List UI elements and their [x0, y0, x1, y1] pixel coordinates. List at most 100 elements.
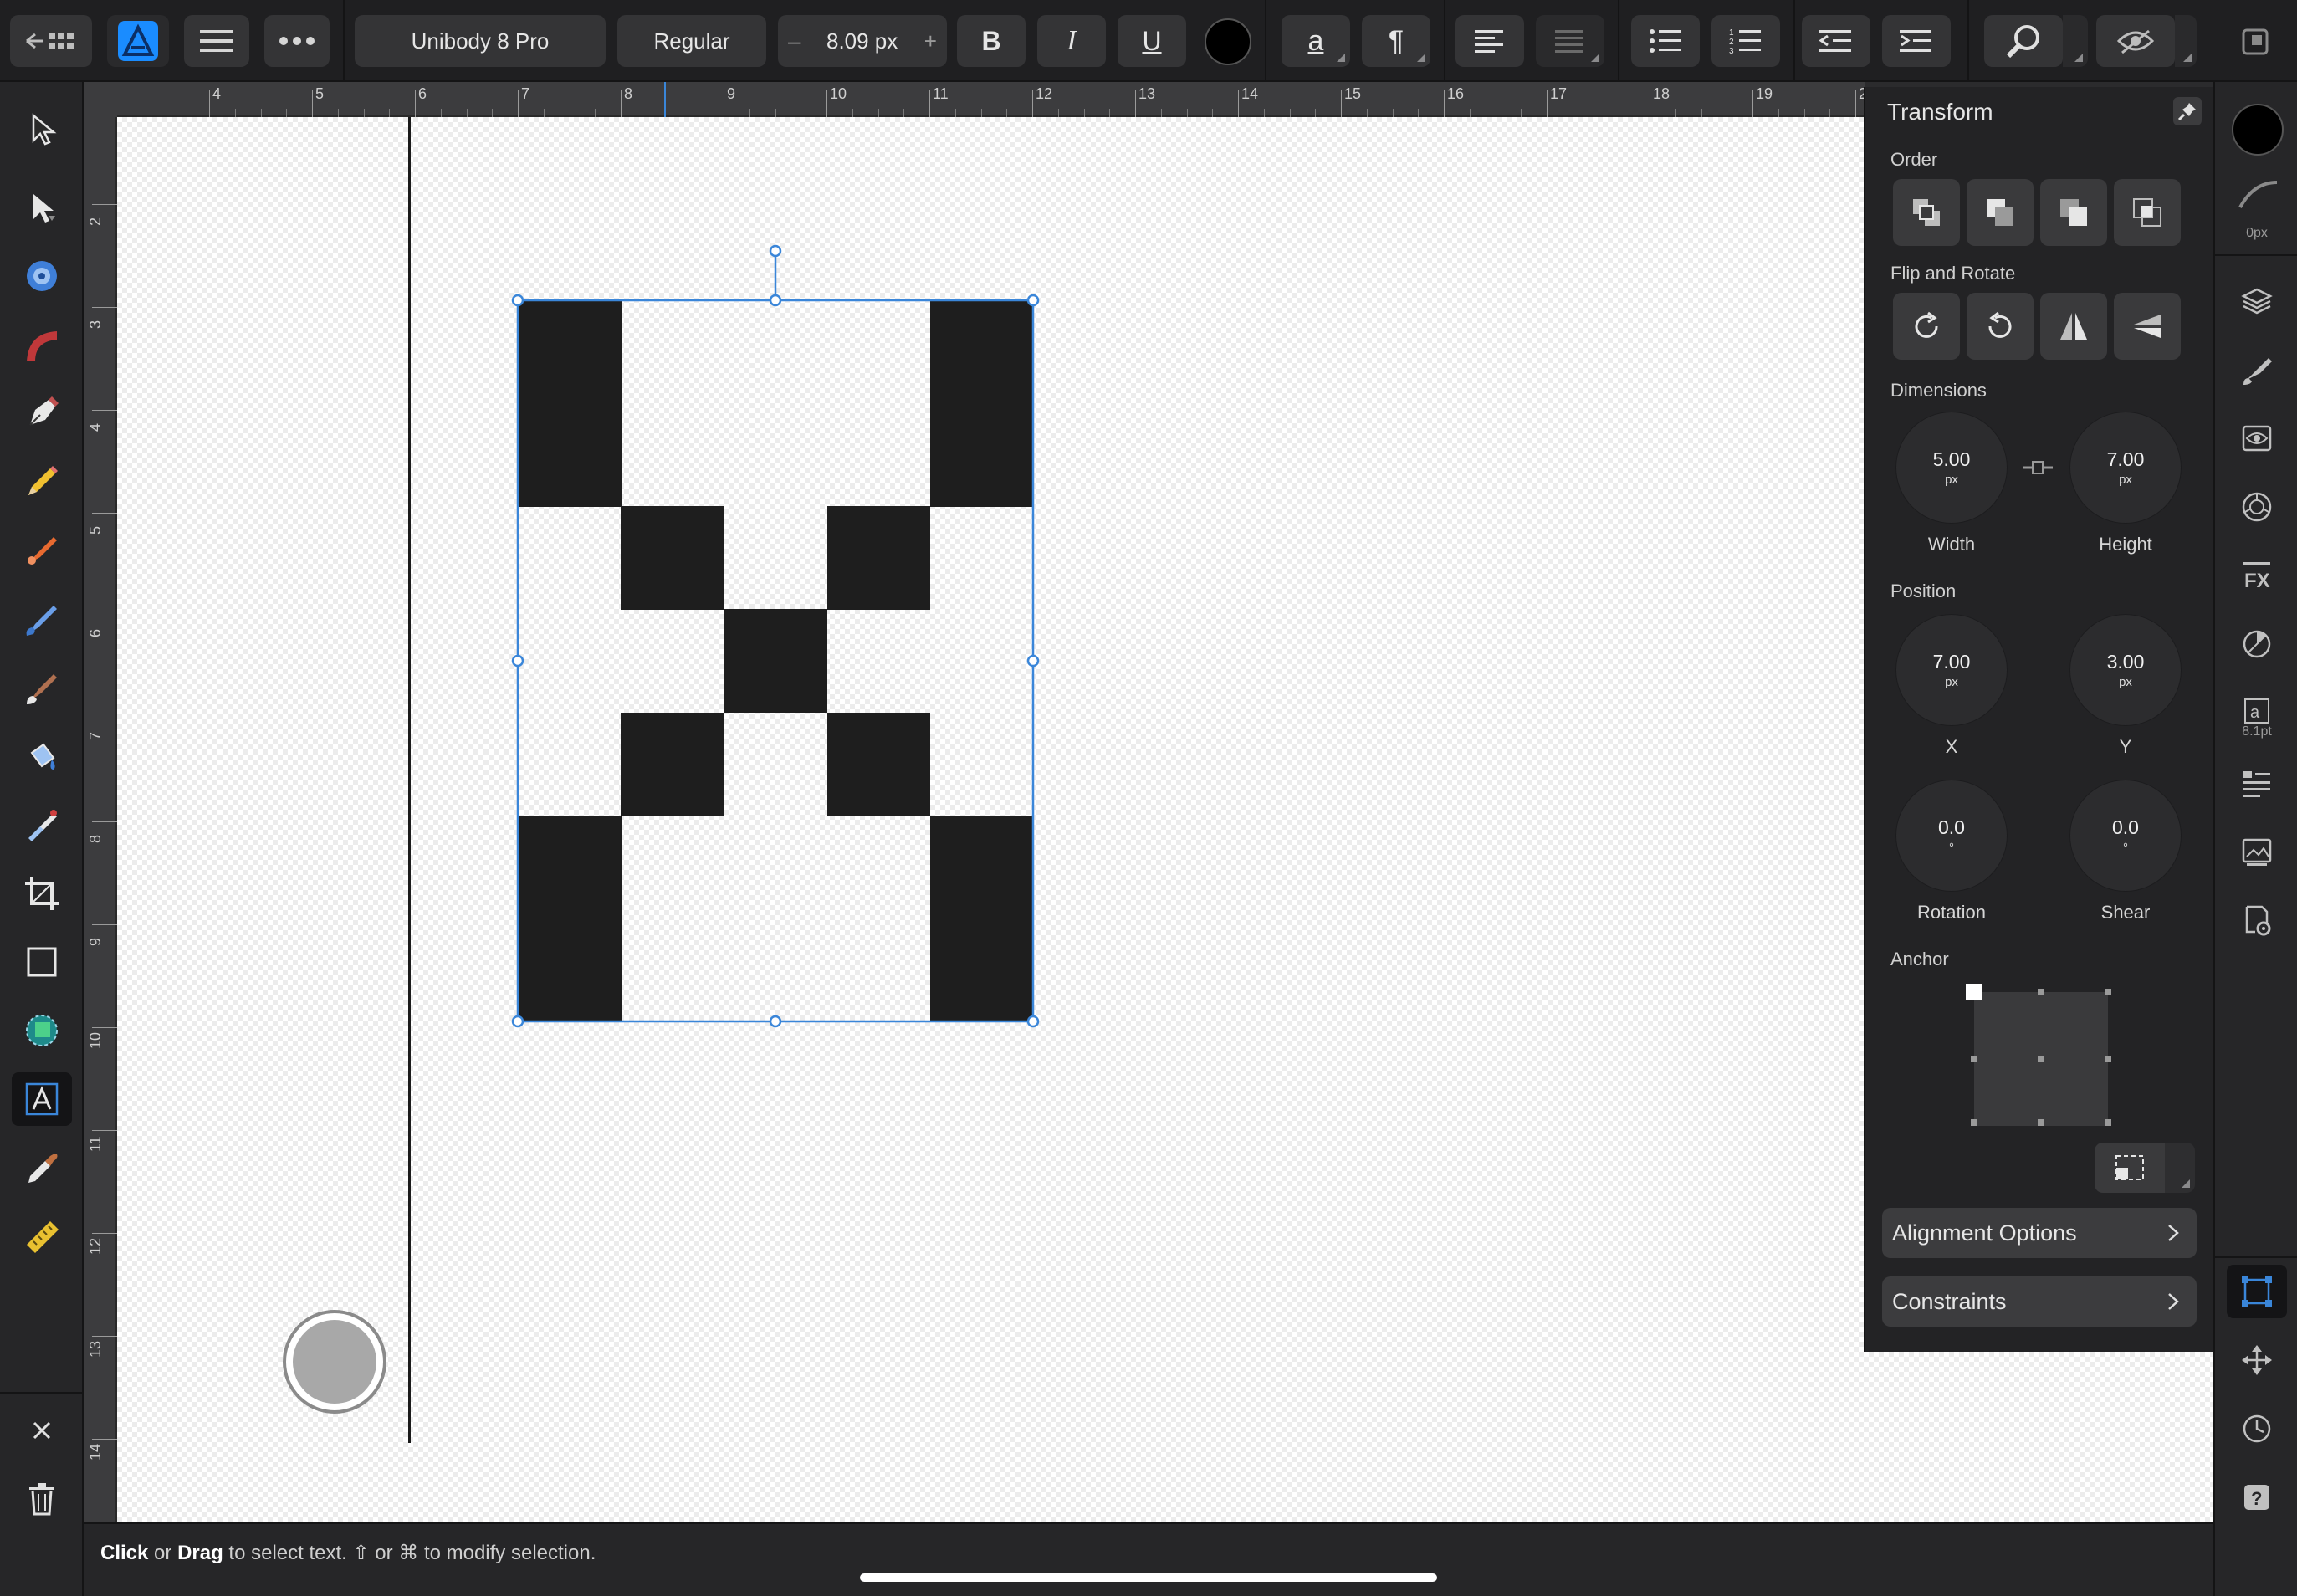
curve-tool-icon	[27, 331, 57, 361]
order-front-button[interactable]	[2114, 179, 2181, 246]
lock-aspect-button[interactable]	[2021, 457, 2054, 478]
brushes-studio-button[interactable]	[2227, 343, 2287, 396]
transparency-tool[interactable]	[12, 798, 72, 852]
y-dial[interactable]: 3.00 px	[2069, 614, 2182, 726]
zoom-button[interactable]	[1984, 15, 2063, 67]
font-size-stepper[interactable]: – 8.09 px +	[778, 15, 947, 67]
shape-builder-tool[interactable]	[12, 1004, 72, 1057]
font-size-value[interactable]: 8.09 px	[826, 28, 898, 54]
underline-button[interactable]: U	[1118, 15, 1186, 67]
effects-studio-button[interactable]: FX	[2227, 549, 2287, 602]
italic-button[interactable]: I	[1037, 15, 1106, 67]
rotation-dial[interactable]: 0.0 °	[1895, 780, 2008, 892]
history-studio-button[interactable]	[2227, 1402, 2287, 1455]
layers-studio-button[interactable]	[2227, 274, 2287, 328]
x-dial[interactable]: 7.00 px	[1895, 614, 2008, 726]
fill-color-swatch[interactable]	[2232, 104, 2284, 156]
transform-mode-button[interactable]	[2095, 1143, 2165, 1193]
more-button[interactable]	[264, 15, 330, 67]
rotate-counterclockwise-button[interactable]	[1967, 293, 2034, 360]
bold-button[interactable]: B	[957, 15, 1026, 67]
order-forward-button[interactable]	[2040, 179, 2107, 246]
paragraph-panel-button[interactable]: ¶	[1362, 15, 1430, 67]
corner-tool[interactable]	[12, 249, 72, 303]
shear-dial[interactable]: 0.0 °	[2069, 780, 2182, 892]
vertical-ruler[interactable]: 2 3 4 5 6 7 8 9 10 11 12 13 14	[84, 117, 117, 1522]
ruler-minor-tick	[1315, 109, 1317, 117]
flip-rotate-label: Flip and Rotate	[1890, 263, 2016, 284]
selection-handles[interactable]	[502, 243, 1054, 1037]
measure-tool[interactable]	[12, 1210, 72, 1263]
alignment-options-expander[interactable]: Alignment Options	[1882, 1208, 2197, 1258]
transform-studio-button[interactable]	[2227, 1265, 2287, 1318]
navigator-studio-button[interactable]	[2227, 1333, 2287, 1387]
pencil-tool[interactable]	[12, 455, 72, 509]
character-panel-button[interactable]: a	[1282, 15, 1350, 67]
adjustments-studio-button[interactable]	[2227, 617, 2287, 671]
fill-tool[interactable]	[12, 592, 72, 646]
ruler-tick-label: 11	[87, 1136, 104, 1152]
appearance-studio-button[interactable]	[2227, 412, 2287, 465]
pixel-brush-tool[interactable]	[12, 661, 72, 714]
floating-modifier-button[interactable]	[283, 1310, 386, 1414]
ruler-minor-tick	[234, 109, 236, 117]
font-family-field[interactable]: Unibody 8 Pro	[355, 15, 606, 67]
ruler-minor-tick	[440, 109, 442, 117]
paragraph-studio-button[interactable]	[2227, 756, 2287, 810]
document-settings-button[interactable]	[2227, 893, 2287, 947]
font-size-increase[interactable]: +	[924, 28, 937, 54]
flip-vertical-button[interactable]	[2114, 293, 2181, 360]
order-back-button[interactable]	[1893, 179, 1960, 246]
increase-indent-button[interactable]	[1882, 15, 1951, 67]
zoom-options-button[interactable]	[2063, 15, 2088, 67]
point-transform-tool[interactable]	[12, 318, 72, 371]
node-tool[interactable]	[12, 181, 72, 234]
position-label: Position	[1890, 581, 1957, 601]
rotate-clockwise-button[interactable]	[1893, 293, 1960, 360]
pen-tool[interactable]	[12, 386, 72, 440]
view-options-button[interactable]	[2175, 15, 2197, 67]
transform-mode-options[interactable]	[2165, 1143, 2195, 1193]
horizontal-ruler[interactable]: px 4567891011121314151617181920	[84, 82, 1934, 117]
font-size-decrease[interactable]: –	[788, 28, 800, 54]
flip-horizontal-button[interactable]	[2040, 293, 2107, 360]
crop-tool[interactable]	[12, 867, 72, 920]
font-style-field[interactable]: Regular	[617, 15, 766, 67]
help-button[interactable]: ?	[2227, 1471, 2287, 1524]
text-color-swatch[interactable]	[1205, 18, 1251, 65]
close-tool-button[interactable]	[12, 1404, 72, 1457]
anchor-selector[interactable]	[1957, 975, 2125, 1126]
vector-brush-tool[interactable]	[12, 524, 72, 577]
color-studio-button[interactable]	[2227, 480, 2287, 534]
home-indicator[interactable]	[860, 1573, 1437, 1582]
move-tool[interactable]	[12, 102, 72, 156]
back-to-gallery-button[interactable]	[10, 15, 92, 67]
ruler-minor-tick	[1160, 109, 1162, 117]
ruler-minor-tick	[954, 109, 956, 117]
app-logo-button[interactable]	[107, 15, 169, 67]
color-picker-tool[interactable]	[12, 1141, 72, 1194]
assets-studio-button[interactable]	[2227, 825, 2287, 878]
delete-button[interactable]	[12, 1472, 72, 1526]
width-dial[interactable]: 5.00 px	[1895, 412, 2008, 524]
bullet-list-button[interactable]	[1631, 15, 1700, 67]
view-mode-button[interactable]	[2096, 15, 2175, 67]
ruler-minor-tick	[1109, 109, 1111, 117]
constraints-expander[interactable]: Constraints	[1882, 1276, 2197, 1327]
window-toggle-button[interactable]	[2242, 28, 2269, 55]
pen-tool-icon	[29, 396, 59, 426]
rectangle-tool[interactable]	[12, 935, 72, 989]
order-backward-button[interactable]	[1967, 179, 2034, 246]
artistic-text-tool[interactable]	[12, 1072, 72, 1126]
stroke-button[interactable]	[2232, 179, 2284, 226]
numbered-list-button[interactable]: 123	[1711, 15, 1780, 67]
height-dial[interactable]: 7.00 px	[2069, 412, 2182, 524]
paint-bucket-tool[interactable]	[12, 729, 72, 783]
ruler-minor-tick	[1212, 109, 1214, 117]
corner-triangle	[1417, 54, 1425, 62]
pin-panel-button[interactable]	[2173, 97, 2202, 125]
justify-button[interactable]	[1536, 15, 1604, 67]
menu-button[interactable]	[184, 15, 249, 67]
align-left-button[interactable]	[1455, 15, 1524, 67]
decrease-indent-button[interactable]	[1802, 15, 1870, 67]
